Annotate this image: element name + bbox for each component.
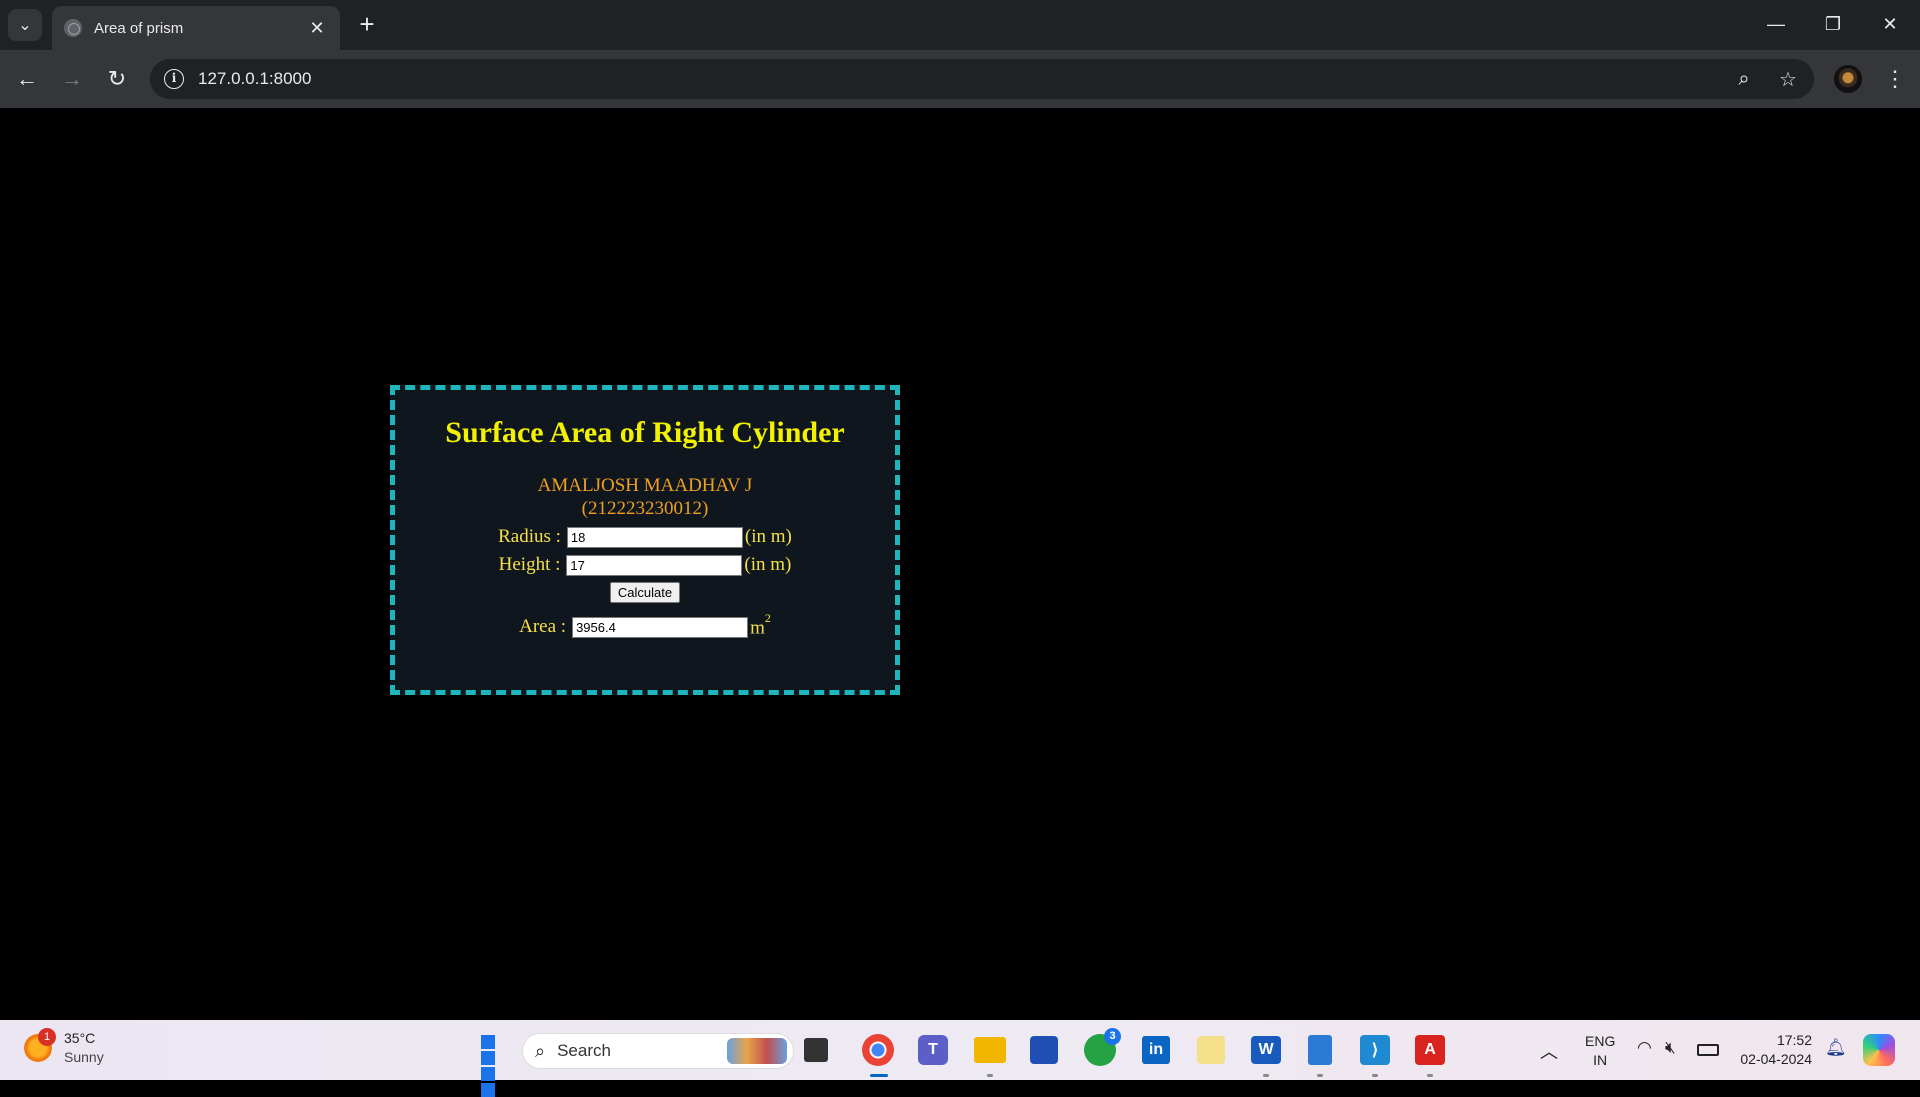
teams-icon[interactable]: T bbox=[918, 1035, 948, 1065]
clock-time: 17:52 bbox=[1776, 1032, 1812, 1048]
task-view-icon[interactable] bbox=[804, 1038, 828, 1062]
microsoft-store-icon[interactable] bbox=[1030, 1036, 1058, 1064]
area-output[interactable] bbox=[572, 616, 749, 638]
python-file-icon[interactable] bbox=[1197, 1036, 1225, 1064]
restore-icon[interactable]: ❐ bbox=[1813, 8, 1853, 40]
search-highlight-image bbox=[727, 1038, 787, 1064]
wifi-icon[interactable]: ◠ bbox=[1637, 1038, 1652, 1058]
linkedin-icon[interactable]: in bbox=[1142, 1036, 1170, 1064]
copilot-icon[interactable] bbox=[1863, 1034, 1895, 1066]
radius-input[interactable] bbox=[566, 526, 743, 548]
chrome-active-indicator bbox=[870, 1074, 888, 1077]
windows-start-icon[interactable] bbox=[471, 1032, 505, 1097]
taskbar: 1 35°C Sunny ⌕ Search T 3 in W ⟩ A ︿ ENG… bbox=[0, 1020, 1920, 1097]
radius-label: Radius : bbox=[498, 526, 561, 547]
search-placeholder: Search bbox=[557, 1041, 611, 1060]
browser-tab[interactable]: Area of prism ✕ bbox=[52, 6, 340, 50]
height-label: Height : bbox=[498, 554, 561, 575]
language-code: ENG bbox=[1585, 1033, 1616, 1049]
sun-icon: 1 bbox=[24, 1028, 56, 1062]
calculate-button[interactable]: Calculate bbox=[609, 582, 681, 603]
height-unit: (in m) bbox=[744, 554, 792, 575]
weather-badge: 1 bbox=[38, 1028, 56, 1046]
author-block: AMALJOSH MAADHAV J (212223230012) bbox=[395, 474, 895, 520]
weather-temperature: 35°C bbox=[64, 1030, 96, 1046]
notepad-running-indicator bbox=[1317, 1074, 1323, 1077]
reload-icon[interactable]: ↻ bbox=[102, 64, 132, 94]
site-info-icon[interactable]: i bbox=[164, 69, 184, 89]
explorer-running-indicator bbox=[987, 1074, 993, 1077]
notepad-icon[interactable] bbox=[1308, 1035, 1332, 1065]
word-running-indicator bbox=[1263, 1074, 1269, 1077]
area-unit: m2 bbox=[750, 611, 771, 639]
area-row: Area : m2 bbox=[395, 611, 895, 639]
system-clock[interactable]: 17:52 02-04-2024 bbox=[1730, 1031, 1812, 1069]
bookmark-star-icon[interactable]: ☆ bbox=[1776, 67, 1800, 92]
window-close-icon[interactable]: ✕ bbox=[1870, 8, 1910, 40]
vscode-icon[interactable]: ⟩ bbox=[1360, 1035, 1390, 1065]
minimize-icon[interactable]: — bbox=[1756, 8, 1796, 40]
radius-row: Radius : (in m) bbox=[395, 526, 895, 548]
calculator-card: Surface Area of Right Cylinder AMALJOSH … bbox=[390, 385, 900, 695]
tab-search-chevron-icon[interactable]: ⌄ bbox=[8, 9, 42, 41]
url-text[interactable]: 127.0.0.1:8000 bbox=[198, 69, 1712, 89]
battery-icon[interactable] bbox=[1697, 1044, 1719, 1056]
kebab-menu-icon[interactable]: ⋮ bbox=[1880, 64, 1910, 94]
browser-tab-bar: ⌄ Area of prism ✕ + — ❐ ✕ bbox=[0, 0, 1920, 50]
vscode-running-indicator bbox=[1372, 1074, 1378, 1077]
height-input[interactable] bbox=[566, 554, 743, 576]
whatsapp-icon[interactable]: 3 bbox=[1084, 1028, 1121, 1066]
author-id: (212223230012) bbox=[581, 498, 709, 519]
acrobat-running-indicator bbox=[1427, 1074, 1433, 1077]
language-indicator[interactable]: ENG IN bbox=[1585, 1032, 1615, 1070]
clock-date: 02-04-2024 bbox=[1740, 1051, 1812, 1067]
taskbar-search[interactable]: ⌕ Search bbox=[522, 1033, 794, 1069]
page-title: Surface Area of Right Cylinder bbox=[445, 416, 845, 449]
profile-avatar[interactable] bbox=[1834, 65, 1862, 93]
area-unit-exponent: 2 bbox=[764, 611, 771, 625]
chrome-icon[interactable] bbox=[862, 1034, 894, 1066]
radius-unit: (in m) bbox=[744, 526, 792, 547]
area-label: Area : bbox=[519, 616, 567, 638]
search-icon: ⌕ bbox=[535, 1040, 546, 1061]
back-arrow-icon[interactable]: ← bbox=[12, 64, 42, 94]
address-bar[interactable]: i 127.0.0.1:8000 ⌕ ☆ bbox=[150, 59, 1814, 99]
show-hidden-icons-chevron-icon[interactable]: ︿ bbox=[1540, 1038, 1558, 1064]
browser-toolbar: ← → ↻ i 127.0.0.1:8000 ⌕ ☆ ⋮ bbox=[0, 50, 1920, 108]
area-unit-base: m bbox=[750, 617, 765, 639]
speaker-muted-icon[interactable]: 🔇︎ bbox=[1665, 1038, 1676, 1058]
tab-close-icon[interactable]: ✕ bbox=[306, 18, 328, 39]
page-viewport: Surface Area of Right Cylinder AMALJOSH … bbox=[0, 108, 1920, 1020]
weather-condition: Sunny bbox=[64, 1049, 104, 1065]
weather-text: 35°C Sunny bbox=[64, 1029, 104, 1067]
region-code: IN bbox=[1593, 1052, 1608, 1068]
file-explorer-icon[interactable] bbox=[974, 1037, 1006, 1063]
notification-bell-icon[interactable]: 🔔︎ bbox=[1825, 1038, 1847, 1058]
new-tab-plus-icon[interactable]: + bbox=[352, 10, 382, 40]
word-icon[interactable]: W bbox=[1251, 1036, 1281, 1064]
author-name: AMALJOSH MAADHAV J bbox=[537, 475, 753, 496]
acrobat-icon[interactable]: A bbox=[1415, 1035, 1445, 1065]
weather-widget[interactable]: 1 35°C Sunny bbox=[24, 1028, 104, 1067]
height-row: Height : (in m) bbox=[395, 554, 895, 576]
zoom-icon[interactable]: ⌕ bbox=[1732, 68, 1756, 91]
tab-title: Area of prism bbox=[94, 19, 184, 37]
globe-icon bbox=[64, 19, 82, 37]
whatsapp-badge: 3 bbox=[1104, 1028, 1121, 1045]
button-row: Calculate bbox=[395, 582, 895, 603]
forward-arrow-icon[interactable]: → bbox=[57, 64, 87, 94]
